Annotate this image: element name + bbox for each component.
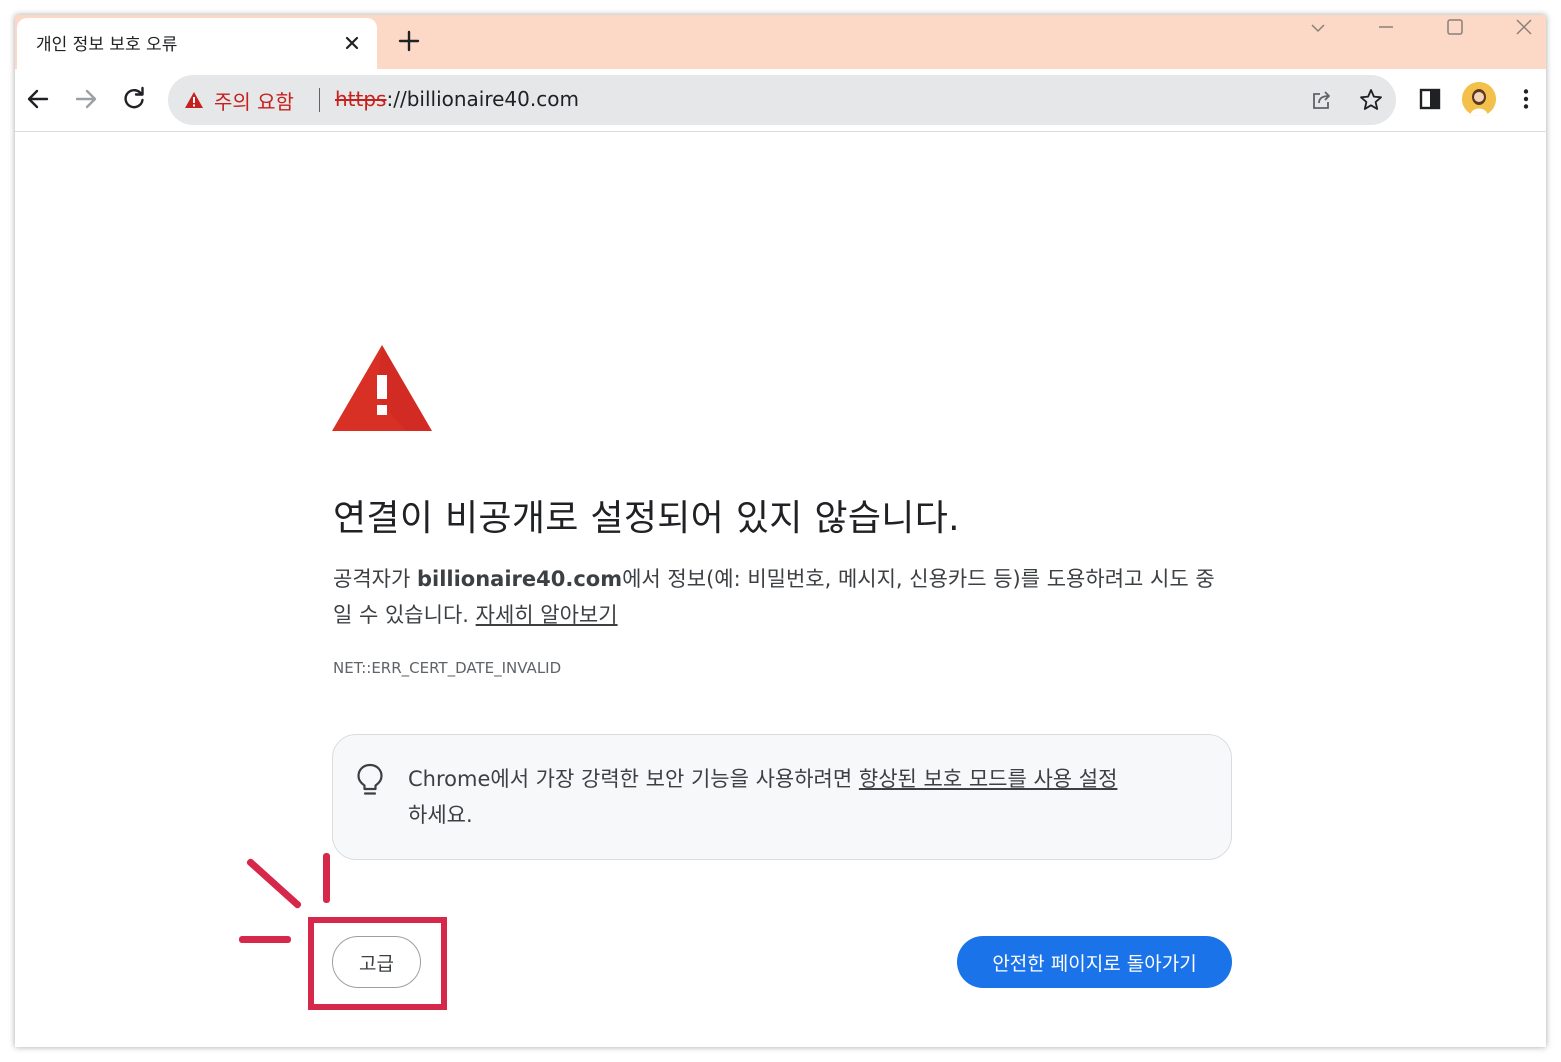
tab-search-icon[interactable] <box>1303 17 1333 41</box>
toolbar: 주의 요함 https://billionaire40.com <box>15 69 1546 132</box>
enhanced-protection-card: Chrome에서 가장 강력한 보안 기능을 사용하려면 향상된 보호 모드를 … <box>332 734 1232 860</box>
lightbulb-icon <box>355 763 385 797</box>
back-to-safety-button[interactable]: 안전한 페이지로 돌아가기 <box>957 936 1232 988</box>
avatar[interactable] <box>1462 82 1496 116</box>
tab-strip: 개인 정보 보호 오류 <box>15 15 1546 69</box>
close-icon[interactable] <box>339 30 365 56</box>
error-code: NET::ERR_CERT_DATE_INVALID <box>333 659 562 677</box>
desc-prefix: 공격자가 <box>333 567 417 591</box>
url-text[interactable]: https://billionaire40.com <box>335 87 579 111</box>
tab-active[interactable]: 개인 정보 보호 오류 <box>17 18 377 69</box>
desc-domain: billionaire40.com <box>416 567 623 591</box>
side-panel-icon[interactable] <box>1416 85 1444 113</box>
star-icon[interactable] <box>1358 87 1384 113</box>
minimize-icon[interactable] <box>1371 17 1401 41</box>
security-warning-text: 주의 요함 <box>214 89 294 114</box>
annotation-ray-top <box>323 853 330 903</box>
omnibox[interactable]: 주의 요함 https://billionaire40.com <box>168 75 1396 125</box>
enhanced-protection-link[interactable]: 향상된 보호 모드를 사용 설정 <box>859 767 1118 791</box>
learn-more-link[interactable]: 자세히 알아보기 <box>476 603 618 627</box>
menu-icon[interactable] <box>1512 85 1540 113</box>
omnibox-divider <box>319 88 320 112</box>
interstitial-page: 연결이 비공개로 설정되어 있지 않습니다. 공격자가 billionaire4… <box>15 133 1546 1047</box>
url-host: ://billionaire40.com <box>386 87 579 111</box>
hint-text: Chrome에서 가장 강력한 보안 기능을 사용하려면 향상된 보호 모드를 … <box>408 761 1218 833</box>
annotation-ray-left <box>239 936 291 943</box>
reload-icon[interactable] <box>120 85 148 113</box>
new-tab-icon[interactable] <box>395 27 423 55</box>
error-description: 공격자가 billionaire40.com에서 정보(예: 비밀번호, 메시지… <box>333 561 1233 633</box>
hint-prefix: Chrome에서 가장 강력한 보안 기능을 사용하려면 <box>408 767 859 791</box>
annotation-highlight-box <box>308 917 447 1010</box>
hint-suffix: 하세요. <box>408 803 473 827</box>
forward-icon[interactable] <box>72 85 100 113</box>
window-close-icon[interactable] <box>1509 17 1539 41</box>
share-icon[interactable] <box>1309 87 1335 113</box>
warning-triangle-icon <box>332 345 432 433</box>
tab-title: 개인 정보 보호 오류 <box>36 35 178 55</box>
security-chip[interactable]: 주의 요함 <box>184 87 294 114</box>
browser-window: 개인 정보 보호 오류 주의 요함 https://billionaire40.… <box>15 15 1546 1047</box>
url-scheme: https <box>335 87 387 111</box>
warning-icon <box>185 92 203 108</box>
back-icon[interactable] <box>24 85 52 113</box>
page-title: 연결이 비공개로 설정되어 있지 않습니다. <box>333 498 960 539</box>
maximize-icon[interactable] <box>1440 17 1470 41</box>
